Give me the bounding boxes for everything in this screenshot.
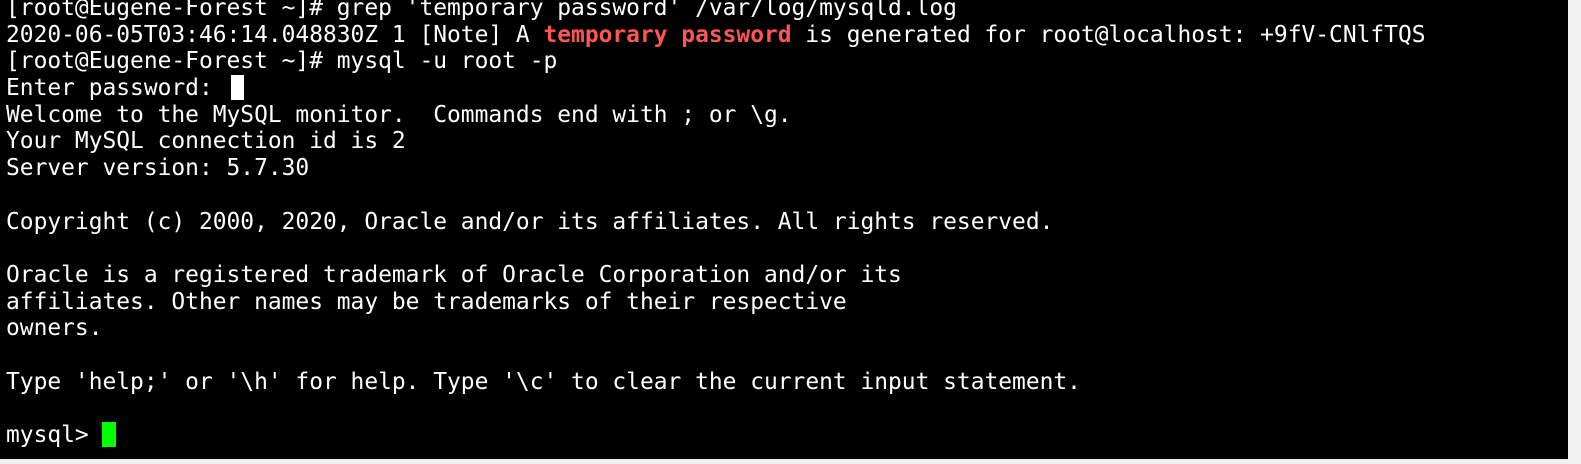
log-output-prefix: 2020-06-05T03:46:14.048830Z 1 [Note] A [6, 21, 544, 48]
scrollbar-track[interactable] [1568, 0, 1581, 464]
terminal-line-help-hint: Type 'help;' or '\h' for help. Type '\c'… [6, 368, 1081, 395]
highlighted-match: temporary password [543, 21, 792, 48]
terminal-window[interactable]: [root@Eugene-Forest ~]# grep 'temporary … [0, 0, 1568, 459]
terminal-line-copyright: Copyright (c) 2000, 2020, Oracle and/or … [6, 208, 1054, 235]
password-entry-cursor[interactable] [230, 75, 244, 101]
mysql-prompt-label: mysql> [6, 422, 103, 448]
terminal-line-trademark-3: owners. [6, 315, 103, 342]
text-cursor[interactable] [102, 422, 117, 447]
terminal-line-mysql-command: [root@Eugene-Forest ~]# mysql -u root -p [6, 48, 558, 75]
terminal-line-grep-command: [root@Eugene-Forest ~]# grep 'temporary … [6, 0, 957, 21]
terminal-line-welcome: Welcome to the MySQL monitor. Commands e… [6, 101, 792, 128]
password-prompt-label: Enter password: [6, 75, 227, 102]
log-output-suffix: is generated for root@localhost: +9fV-CN… [791, 21, 1426, 48]
terminal-line-password-prompt: Enter password: [6, 75, 1568, 102]
window-bottom-edge [0, 459, 1568, 464]
terminal-line-mysql-prompt[interactable]: mysql> [6, 422, 1568, 449]
terminal-line-server-version: Server version: 5.7.30 [6, 155, 310, 182]
terminal-line-trademark-2: affiliates. Other names may be trademark… [6, 288, 847, 315]
terminal-line-trademark-1: Oracle is a registered trademark of Orac… [6, 261, 902, 288]
terminal-line-connection-id: Your MySQL connection id is 2 [6, 128, 406, 155]
terminal-line-log-output: 2020-06-05T03:46:14.048830Z 1 [Note] A t… [6, 22, 1568, 49]
